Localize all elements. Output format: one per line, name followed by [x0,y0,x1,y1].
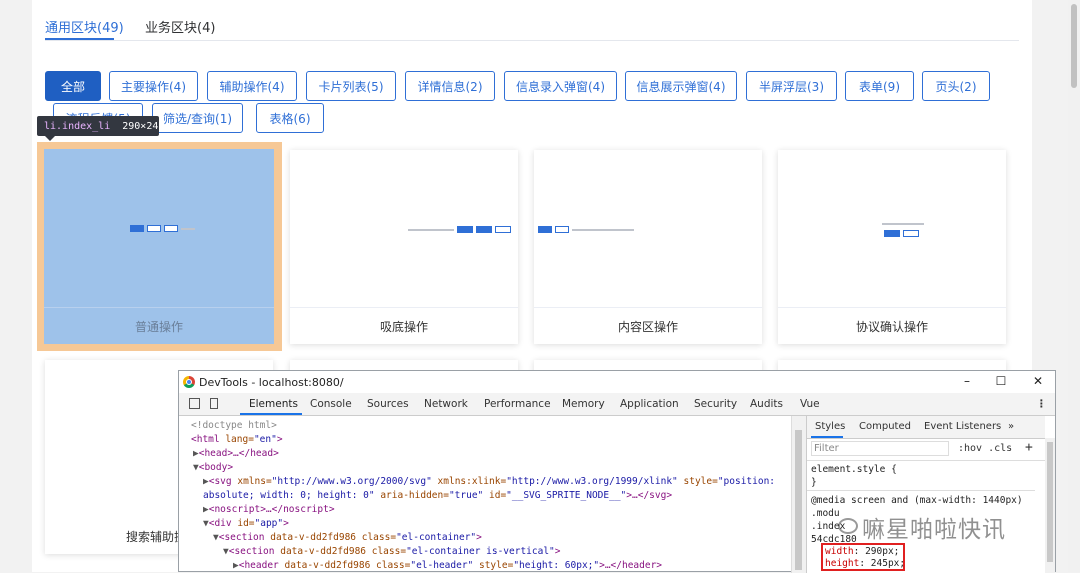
filter-display-dialog[interactable]: 信息展示弹窗(4) [625,71,737,101]
watermark-text: 嘛星啪啦快讯 [862,517,1006,543]
tab-business-blocks[interactable]: 业务区块(4) [145,17,215,36]
category-tabs: 通用区块(49) 业务区块(4) [45,0,1019,41]
tab-security[interactable]: Security [694,398,737,410]
active-devtools-tab-indicator [240,413,302,415]
close-icon[interactable]: ✕ [1030,374,1046,388]
dom-node-head[interactable]: ▶<head>…</head> [193,448,279,459]
filter-all[interactable]: 全部 [45,71,101,101]
new-style-rule-icon[interactable]: + [1025,440,1033,455]
tab-event-listeners[interactable]: Event Listeners [924,421,1001,432]
card-caption: 吸底操作 [290,307,518,344]
active-tab-indicator [45,38,114,40]
dom-node-body[interactable]: ▼<body> [193,462,233,473]
tab-performance[interactable]: Performance [484,398,551,410]
filter-form[interactable]: 表单(9) [845,71,914,101]
card-thumbnail [408,226,514,233]
elements-scrollbar-thumb[interactable] [795,430,802,570]
tab-vue[interactable]: Vue [800,398,820,410]
styles-tabs: Styles Computed Event Listeners » [807,416,1045,439]
card-thumbnail [130,225,198,232]
tooltip-selector: li.index_li [44,120,111,132]
tooltip-size: 290×245 [122,120,165,132]
filter-page-header[interactable]: 页头(2) [922,71,990,101]
elements-tree: <!doctype html> <html lang="en"> ▶<head>… [191,420,776,571]
card-thumbnail [884,230,922,237]
styles-filter-input[interactable]: Filter [811,441,949,456]
tab-network[interactable]: Network [424,398,468,410]
styles-scrollbar[interactable] [1045,438,1055,573]
devtools-menu-icon[interactable]: ⋮ [1036,398,1047,410]
tab-audits[interactable]: Audits [750,398,783,410]
devtools-toolbar: Elements Console Sources Network Perform… [179,393,1055,416]
tab-sources[interactable]: Sources [367,398,409,410]
card-caption: 协议确认操作 [778,307,1006,344]
more-tabs-icon[interactable]: » [1008,421,1014,432]
chrome-icon [183,376,195,388]
card-caption: 普通操作 [44,307,274,344]
filter-detail-info[interactable]: 详情信息(2) [405,71,495,101]
filter-aux-actions[interactable]: 辅助操作(4) [207,71,297,101]
tab-application[interactable]: Application [620,398,679,410]
filter-search-query[interactable]: 筛选/查询(1) [152,103,243,133]
card-agreement-confirm-operation[interactable]: 协议确认操作 [778,150,1006,344]
wechat-icon [838,518,858,534]
card-sticky-bottom-operation[interactable]: 吸底操作 [290,150,518,344]
minimize-icon[interactable]: – [959,374,975,388]
dom-node-svg[interactable]: ▶<svg xmlns="http://www.w3.org/2000/svg"… [203,476,775,487]
page-scrollbar-thumb[interactable] [1071,4,1077,88]
filter-main-actions[interactable]: 主要操作(4) [109,71,198,101]
tab-elements[interactable]: Elements [249,398,298,410]
inspect-element-icon[interactable] [189,398,200,409]
dom-node-noscript[interactable]: ▶<noscript>…</noscript> [203,504,335,515]
card-thumbnail-text [882,220,927,227]
tooltip-arrow [45,136,55,141]
css-height-property[interactable]: height: 245px; [825,558,905,569]
filter-input-dialog[interactable]: 信息录入弹窗(4) [504,71,617,101]
filter-card-list[interactable]: 卡片列表(5) [306,71,396,101]
tab-computed[interactable]: Computed [859,421,911,432]
filter-half-screen-layer[interactable]: 半屏浮层(3) [746,71,837,101]
tab-styles[interactable]: Styles [815,421,845,432]
hov-cls-toggle[interactable]: :hov .cls [958,443,1012,454]
dom-node-header[interactable]: ▶<header data-v-dd2fd986 class="el-heade… [233,560,662,571]
styles-scrollbar-thumb[interactable] [1047,442,1053,562]
filter-table[interactable]: 表格(6) [256,103,324,133]
maximize-icon[interactable]: ☐ [993,374,1009,388]
card-thumbnail [538,226,637,233]
styles-filter-bar: Filter :hov .cls + [807,438,1045,461]
device-toolbar-icon[interactable] [210,398,218,409]
elements-scrollbar[interactable] [791,416,806,573]
devtools-titlebar: DevTools - localhost:8080/ – ☐ ✕ [179,371,1055,393]
dom-node-section[interactable]: ▼<section data-v-dd2fd986 class="el-cont… [213,532,482,543]
tab-general-blocks[interactable]: 通用区块(49) [45,17,124,36]
dom-node-section-vertical[interactable]: ▼<section data-v-dd2fd986 class="el-cont… [223,546,561,557]
card-normal-operation[interactable]: 普通操作 [44,149,274,344]
devtools-title: DevTools - localhost:8080/ [199,376,344,389]
card-content-area-operation[interactable]: 内容区操作 [534,150,762,344]
page-scrollbar[interactable] [1068,0,1080,572]
tab-console[interactable]: Console [310,398,352,410]
dom-node-html[interactable]: <html lang="en"> [191,434,283,445]
card-caption: 内容区操作 [534,307,762,344]
css-width-property[interactable]: width: 290px; [825,546,899,557]
styles-pane: Styles Computed Event Listeners » Filter… [806,416,1045,573]
dom-node-app[interactable]: ▼<div id="app"> [203,518,289,529]
tab-memory[interactable]: Memory [562,398,605,410]
inspect-tooltip: li.index_li 290×245 [37,116,164,136]
